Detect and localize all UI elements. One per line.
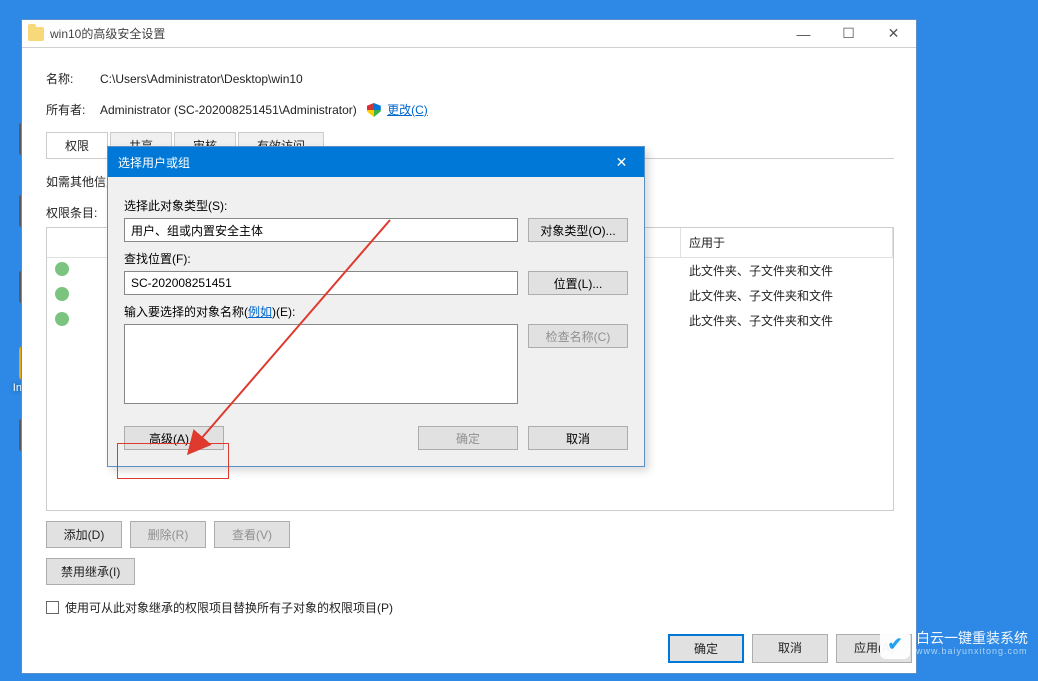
example-link[interactable]: 例如 — [248, 305, 272, 319]
watermark-url: www.baiyunxitong.com — [916, 647, 1028, 657]
shield-icon — [367, 103, 381, 117]
location-label: 查找位置(F): — [124, 250, 628, 267]
minimize-button[interactable]: — — [781, 20, 826, 48]
dialog-ok-button[interactable]: 确定 — [418, 426, 518, 450]
ok-button[interactable]: 确定 — [668, 634, 744, 663]
owner-label: 所有者: — [46, 101, 100, 118]
name-label: 名称: — [46, 70, 100, 87]
locations-button[interactable]: 位置(L)... — [528, 271, 628, 295]
window-title: win10的高级安全设置 — [50, 25, 165, 42]
change-owner-link[interactable]: 更改(C) — [387, 103, 428, 117]
maximize-button[interactable]: ☐ — [826, 20, 871, 48]
object-types-button[interactable]: 对象类型(O)... — [528, 218, 628, 242]
user-icon — [55, 312, 69, 326]
dialog-close-button[interactable]: ✕ — [599, 147, 644, 177]
view-button[interactable]: 查看(V) — [214, 521, 290, 548]
name-value: C:\Users\Administrator\Desktop\win10 — [100, 72, 303, 86]
remove-button[interactable]: 删除(R) — [130, 521, 206, 548]
disable-inherit-button[interactable]: 禁用继承(I) — [46, 558, 135, 585]
cancel-button[interactable]: 取消 — [752, 634, 828, 663]
titlebar: win10的高级安全设置 — ☐ ✕ — [22, 20, 916, 48]
advanced-button[interactable]: 高级(A)... — [124, 426, 224, 450]
location-field — [124, 271, 518, 295]
object-type-field — [124, 218, 518, 242]
dialog-cancel-button[interactable]: 取消 — [528, 426, 628, 450]
replace-children-checkbox[interactable] — [46, 601, 59, 614]
tab-permissions[interactable]: 权限 — [46, 132, 108, 158]
enter-names-label: 输入要选择的对象名称(例如)(E): — [124, 303, 628, 320]
folder-icon — [28, 27, 44, 41]
select-user-group-dialog: 选择用户或组 ✕ 选择此对象类型(S): 对象类型(O)... 查找位置(F):… — [107, 146, 645, 467]
user-icon — [55, 262, 69, 276]
check-names-button[interactable]: 检查名称(C) — [528, 324, 628, 348]
col-apply[interactable]: 应用于 — [681, 228, 893, 257]
user-icon — [55, 287, 69, 301]
close-button[interactable]: ✕ — [871, 20, 916, 48]
watermark-title: 白云一键重装系统 — [916, 631, 1028, 646]
replace-children-label: 使用可从此对象继承的权限项目替换所有子对象的权限项目(P) — [65, 599, 393, 616]
watermark: ✔ 白云一键重装系统 www.baiyunxitong.com — [880, 629, 1028, 659]
dialog-title: 选择用户或组 — [118, 154, 190, 171]
owner-value: Administrator (SC-202008251451\Administr… — [100, 103, 357, 117]
object-type-label: 选择此对象类型(S): — [124, 197, 628, 214]
add-button[interactable]: 添加(D) — [46, 521, 122, 548]
object-names-input[interactable] — [124, 324, 518, 404]
watermark-icon: ✔ — [880, 629, 910, 659]
dialog-titlebar: 选择用户或组 ✕ — [108, 147, 644, 177]
